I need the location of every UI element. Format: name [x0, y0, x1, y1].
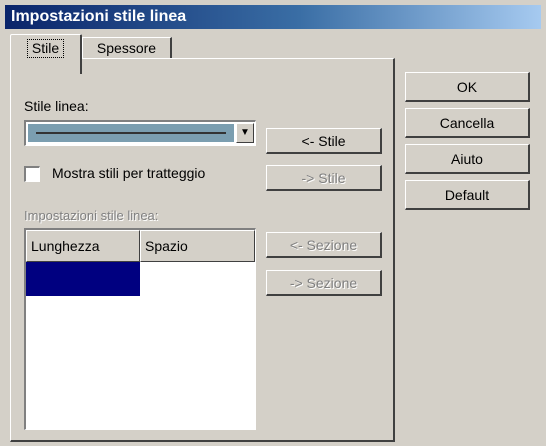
- mostra-stili-label: Mostra stili per tratteggio: [52, 165, 206, 181]
- stile-linea-combo[interactable]: ▼: [24, 120, 256, 146]
- tab-stile[interactable]: Stile: [10, 34, 82, 74]
- default-button[interactable]: Default: [405, 180, 530, 210]
- dash-settings-table: Lunghezza Spazio: [24, 228, 256, 430]
- sezione-left-button[interactable]: <- Sezione: [266, 232, 382, 258]
- combo-selected-line-style: [28, 124, 234, 142]
- stile-right-button[interactable]: -> Stile: [266, 165, 382, 191]
- stile-left-button[interactable]: <- Stile: [266, 128, 382, 154]
- mostra-stili-checkbox[interactable]: [24, 166, 40, 182]
- title-bar[interactable]: Impostazioni stile linea: [5, 5, 541, 29]
- cancel-button[interactable]: Cancella: [405, 108, 530, 138]
- tab-stile-label: Stile: [26, 39, 65, 58]
- sezione-right-button[interactable]: -> Sezione: [266, 270, 382, 296]
- ok-button[interactable]: OK: [405, 72, 530, 102]
- table-cell-spazio[interactable]: [140, 262, 255, 296]
- header-lunghezza[interactable]: Lunghezza: [26, 230, 140, 262]
- help-button[interactable]: Aiuto: [405, 144, 530, 174]
- dialog-window: Impostazioni stile linea Stile Spessore …: [0, 0, 546, 446]
- chevron-down-icon[interactable]: ▼: [236, 123, 254, 143]
- section-label: Impostazioni stile linea:: [24, 208, 159, 223]
- tab-spessore[interactable]: Spessore: [82, 37, 172, 59]
- table-cell-lunghezza[interactable]: [26, 262, 140, 296]
- stile-linea-label: Stile linea:: [24, 98, 89, 114]
- header-spazio[interactable]: Spazio: [140, 230, 255, 262]
